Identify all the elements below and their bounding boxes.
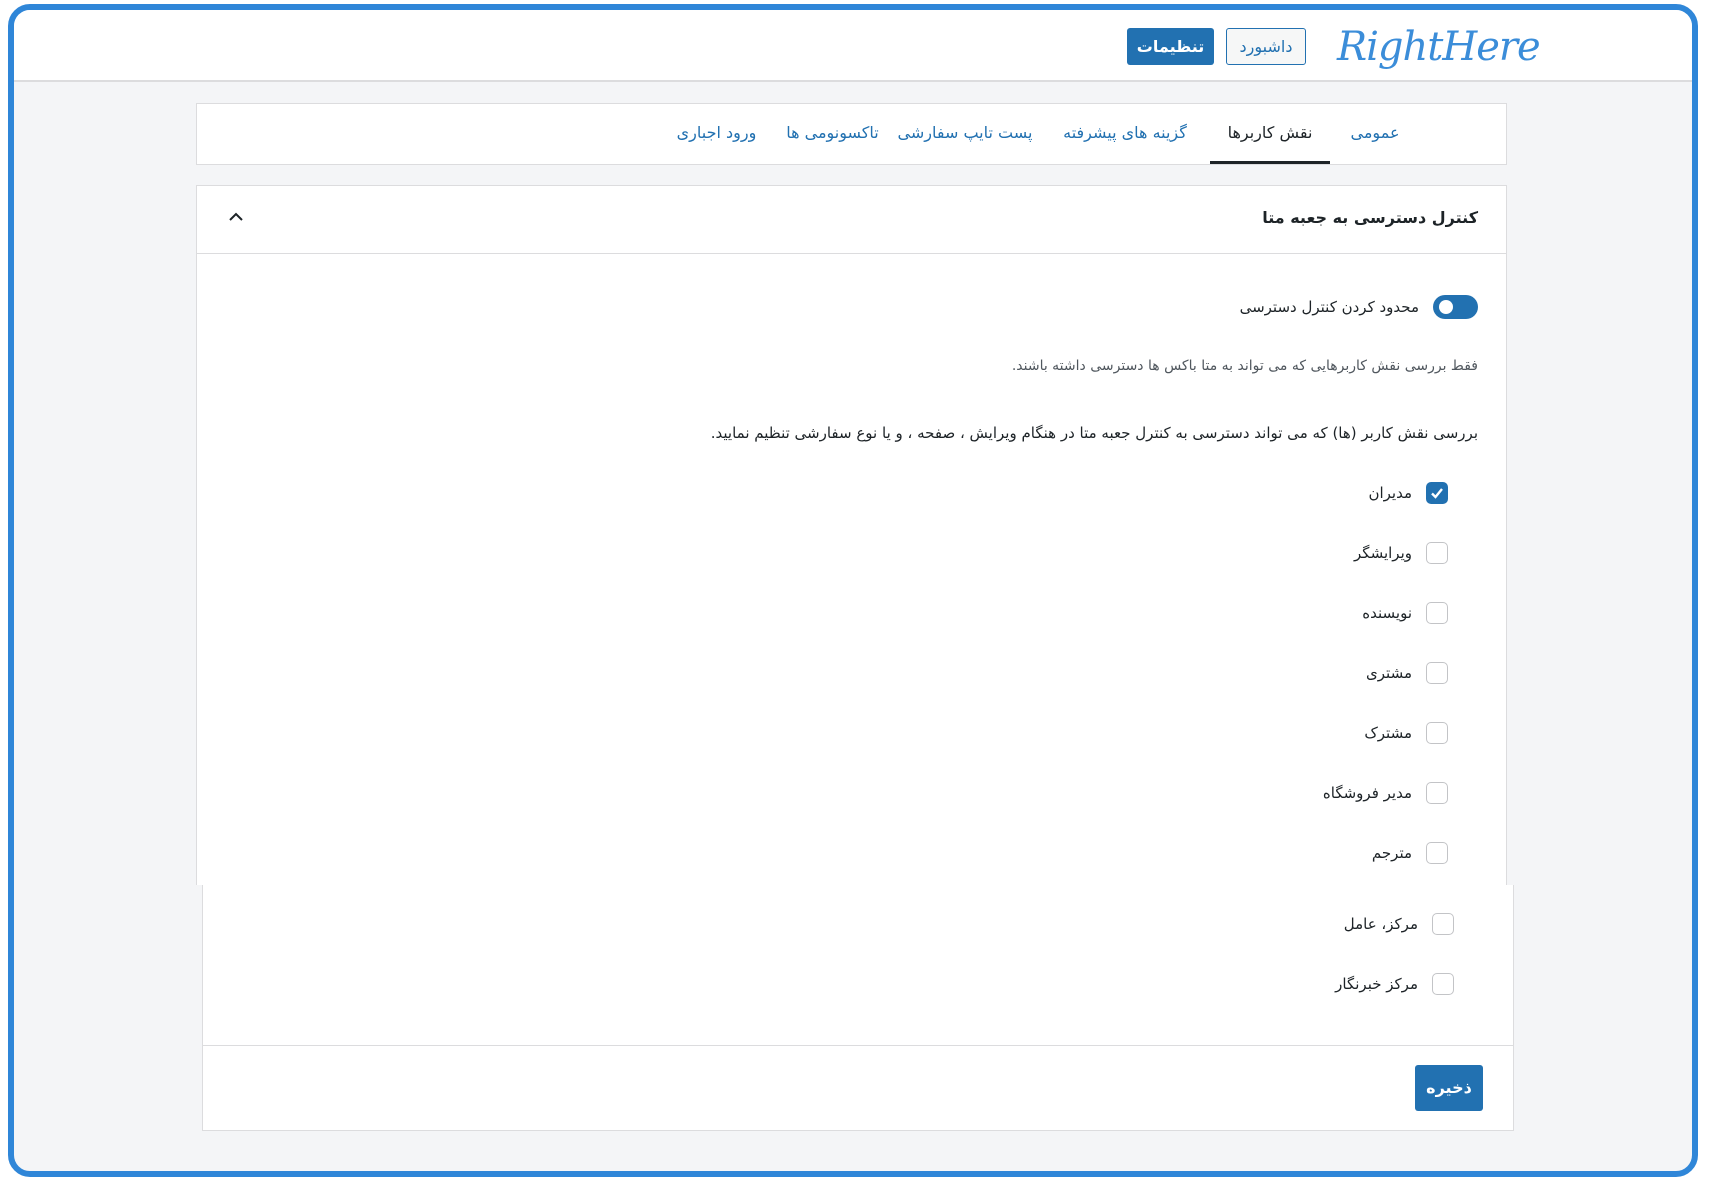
role-item-shop-manager[interactable]: مدیر فروشگاه	[1323, 780, 1448, 806]
tab-forced-login[interactable]: ورود اجباری	[664, 104, 769, 164]
checkbox-shop-manager[interactable]	[1426, 782, 1448, 804]
restrict-access-row: محدود کردن کنترل دسترسی	[1240, 294, 1478, 320]
role-item-customer[interactable]: مشتری	[1366, 660, 1448, 686]
role-label: مرکز، عامل	[1343, 915, 1418, 933]
chevron-up-icon[interactable]	[221, 202, 251, 232]
role-label: مرکز خبرنگار	[1335, 975, 1418, 993]
panel-lower-section: مرکز، عامل مرکز خبرنگار ذخیره	[202, 885, 1514, 1131]
panel-header: کنترل دسترسی به جعبه متا	[197, 186, 1506, 254]
role-item-author[interactable]: نویسنده	[1362, 600, 1448, 626]
role-label: مدیران	[1368, 484, 1412, 502]
role-item-subscriber[interactable]: مشترک	[1364, 720, 1448, 746]
restrict-access-label: محدود کردن کنترل دسترسی	[1239, 298, 1419, 316]
description-text: فقط بررسی نقش کاربرهایی که می تواند به م…	[1011, 358, 1478, 374]
checkbox-editor[interactable]	[1426, 542, 1448, 564]
checkbox-hub-reporter[interactable]	[1432, 973, 1454, 995]
role-item-hub-agent[interactable]: مرکز، عامل	[1344, 911, 1454, 937]
tab-bar: عمومی نقش کاربرها گزینه های پیشرفته پست …	[196, 103, 1507, 165]
checkbox-translator[interactable]	[1426, 842, 1448, 864]
tab-general[interactable]: عمومی	[1335, 104, 1415, 164]
checkbox-subscriber[interactable]	[1426, 722, 1448, 744]
righthere-logo: RightHere	[1337, 24, 1541, 70]
role-label: مشتری	[1366, 664, 1412, 682]
tab-custom-post-type[interactable]: پست تایپ سفارشی	[895, 104, 1035, 164]
checkbox-customer[interactable]	[1426, 662, 1448, 684]
role-label: ویرایشگر	[1354, 544, 1412, 562]
window-frame: RightHere داشبورد تنظیمات عمومی نقش کارب…	[8, 4, 1698, 1177]
checkbox-administrators[interactable]	[1426, 482, 1448, 504]
meta-box-access-panel: کنترل دسترسی به جعبه متا محدود کردن کنتر…	[196, 185, 1507, 885]
instruction-text: بررسی نقش کاربر (ها) که می تواند دسترسی …	[710, 424, 1478, 442]
top-bar: RightHere داشبورد تنظیمات	[14, 10, 1692, 82]
checkmark-icon	[1431, 488, 1443, 499]
role-item-hub-reporter[interactable]: مرکز خبرنگار	[1335, 971, 1454, 997]
role-label: مشترک	[1364, 724, 1412, 742]
role-label: مترجم	[1371, 844, 1412, 862]
checkbox-hub-agent[interactable]	[1432, 913, 1454, 935]
role-item-translator[interactable]: مترجم	[1372, 840, 1448, 866]
footer-divider	[203, 1045, 1513, 1046]
role-label: نویسنده	[1362, 604, 1412, 622]
restrict-access-toggle[interactable]	[1433, 295, 1478, 319]
tab-advanced-options[interactable]: گزینه های پیشرفته	[1050, 104, 1200, 164]
checkbox-author[interactable]	[1426, 602, 1448, 624]
dashboard-button[interactable]: داشبورد	[1226, 28, 1306, 65]
toggle-knob	[1439, 300, 1453, 314]
role-item-administrators[interactable]: مدیران	[1368, 480, 1448, 506]
tab-user-roles[interactable]: نقش کاربرها	[1210, 104, 1330, 164]
tab-taxonomies[interactable]: تاکسونومی ها	[780, 104, 885, 164]
role-label: مدیر فروشگاه	[1322, 784, 1412, 802]
role-item-editor[interactable]: ویرایشگر	[1354, 540, 1448, 566]
save-button[interactable]: ذخیره	[1415, 1065, 1483, 1111]
panel-title: کنترل دسترسی به جعبه متا	[1262, 208, 1478, 227]
settings-button[interactable]: تنظیمات	[1127, 28, 1214, 65]
